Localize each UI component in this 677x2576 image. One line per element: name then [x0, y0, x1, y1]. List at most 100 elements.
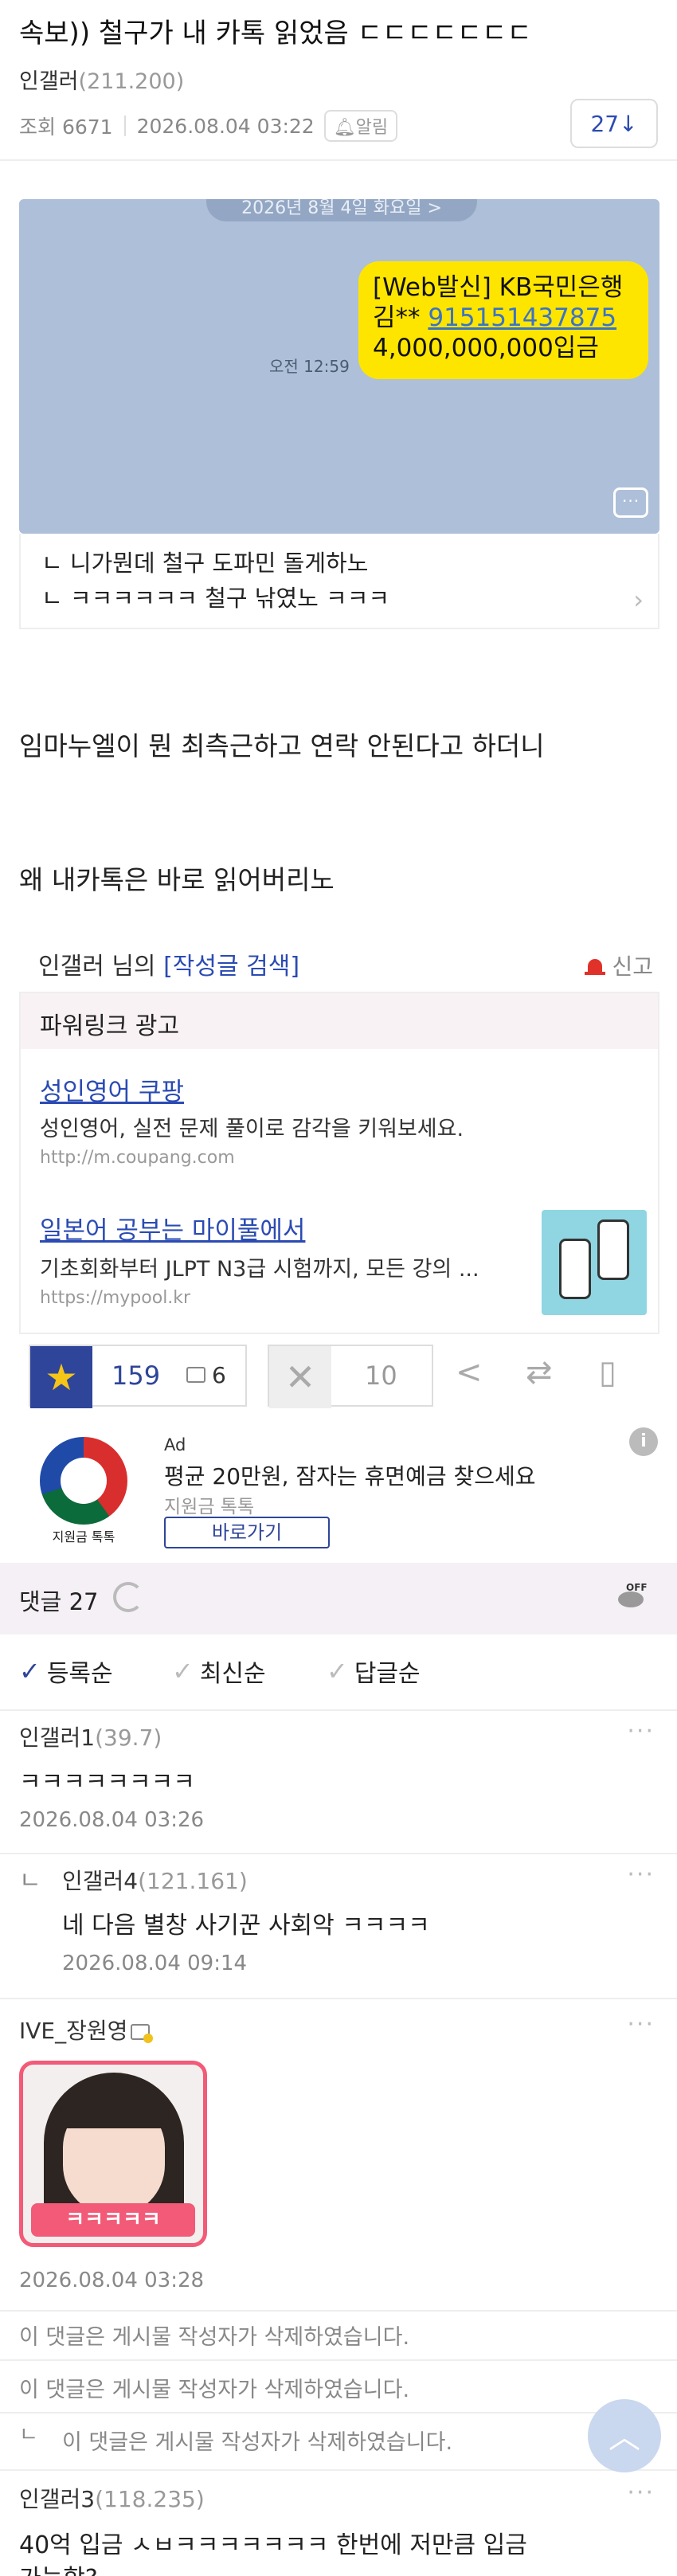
- author-search: 인갤러 님의 [작성글 검색]: [38, 946, 299, 981]
- comment-author[interactable]: 인갤러1(39.7): [19, 1721, 162, 1752]
- chat-bubble-icon: [613, 487, 648, 518]
- chat-date-pill: 2026년 8월 4일 화요일 >: [206, 199, 477, 221]
- sticker-caption: ㅋㅋㅋㅋㅋ: [31, 2203, 195, 2237]
- post-datetime: 2026.08.04 03:22: [136, 114, 315, 138]
- gonic-icon: [186, 1367, 205, 1383]
- ad-logo: [40, 1437, 127, 1525]
- report-button[interactable]: 신고: [585, 949, 653, 981]
- alarm-button[interactable]: 🔔︎알림: [323, 110, 398, 142]
- gonic-badge-icon: [131, 2024, 154, 2043]
- downvote-count: 10: [365, 1360, 397, 1391]
- caption-line: ㄴ ㅋㅋㅋㅋㅋㅋ 철구 낚였노 ㅋㅋㅋ: [41, 585, 390, 612]
- divider: [123, 115, 126, 136]
- bubble-name: 김**: [373, 303, 429, 332]
- divider: [0, 2310, 677, 2312]
- native-ad[interactable]: 지원금 톡톡 Ad 평균 20만원, 잠자는 휴면예금 찾으세요 지원금 톡톡 …: [0, 1418, 677, 1553]
- sort-option-registered[interactable]: ✓ 등록순: [19, 1654, 113, 1689]
- comment-sort-tabs: ✓ 등록순 ✓ 최신순 ✓ 답글순: [0, 1644, 677, 1700]
- siren-icon: [585, 956, 606, 975]
- deleted-comment: 이 댓글은 게시물 작성자가 삭제하였습니다.: [19, 2325, 410, 2350]
- sort-label: 답글순: [354, 1660, 421, 1688]
- comment-author-name[interactable]: 인갤러4: [62, 1868, 138, 1894]
- reply-arrow-icon: ㄴ: [19, 2423, 38, 2447]
- phone-image: [597, 1219, 629, 1280]
- ad-url: https://mypool.kr: [40, 1288, 191, 1308]
- account-number-link[interactable]: 915151437875: [428, 303, 616, 332]
- comment-author[interactable]: 인갤러3(118.235): [19, 2482, 205, 2514]
- x-icon: ✕: [269, 1346, 331, 1408]
- repost-icon[interactable]: ⇄: [526, 1354, 553, 1391]
- more-options-icon[interactable]: ···: [627, 2479, 655, 2507]
- sort-label: 최신순: [199, 1660, 266, 1688]
- ad-url: http://m.coupang.com: [40, 1148, 235, 1168]
- comment-item: 인갤러3(118.235) ··· 40억 입금 ㅅㅂㅋㅋㅋㅋㅋㅋㅋ 한번에 저…: [0, 2469, 677, 2576]
- bookmark-icon[interactable]: ▯: [599, 1354, 616, 1391]
- comment-author-name[interactable]: IVE_장원영: [19, 2018, 127, 2044]
- gonic-count: 6: [212, 1362, 226, 1388]
- star-icon: ★: [30, 1346, 92, 1408]
- ad-sponsor: 지원금 톡톡: [164, 1497, 255, 1517]
- sticker-bangs: [58, 2082, 170, 2128]
- body-paragraph: 임마누엘이 뭔 최측근하고 연락 안된다고 하더니: [19, 730, 545, 761]
- dccon-sticker[interactable]: ㅋㅋㅋㅋㅋ: [19, 2061, 207, 2247]
- bubble-line3: 4,000,000,000입금: [373, 334, 599, 362]
- ad-link[interactable]: 성인영어 쿠팡: [40, 1071, 184, 1107]
- share-icon[interactable]: <: [456, 1354, 483, 1391]
- comment-text: 네 다음 별창 사기꾼 사회악 ㅋㅋㅋㅋ: [62, 1912, 430, 1940]
- ad-description: 기초회화부터 JLPT N3급 시험까지, 모든 강의 ...: [40, 1257, 479, 1282]
- comment-date: 2026.08.04 03:26: [19, 1808, 205, 1832]
- comment-author-ip: (39.7): [95, 1725, 162, 1751]
- post-author[interactable]: 인갤러(211.200): [19, 64, 184, 95]
- report-label: 신고: [612, 953, 653, 980]
- comment-text: ㅋㅋㅋㅋㅋㅋㅋㅋ: [19, 1768, 195, 1796]
- post-meta: 조회 6671 2026.08.04 03:22 🔔︎알림: [19, 110, 398, 142]
- more-options-icon[interactable]: ···: [627, 1717, 655, 1745]
- sort-label: 등록순: [46, 1660, 113, 1688]
- ad-link[interactable]: 일본어 공부는 마이풀에서: [40, 1210, 305, 1246]
- ad-title[interactable]: 평균 20만원, 잠자는 휴면예금 찾으세요: [164, 1459, 536, 1491]
- kakao-screenshot: 2026년 8월 4일 화요일 > [Web발신] KB국민은행 김** 915…: [19, 199, 659, 534]
- comment-date: 2026.08.04 03:28: [19, 2269, 205, 2292]
- more-options-icon[interactable]: ···: [627, 1861, 655, 1889]
- comment-author-ip: (118.235): [95, 2486, 205, 2512]
- reply-arrow-icon: ㄴ: [19, 1867, 41, 1895]
- ad-cta-button[interactable]: 바로가기: [164, 1517, 330, 1548]
- author-name[interactable]: 인갤러: [19, 69, 79, 94]
- comment-author[interactable]: IVE_장원영: [19, 2014, 154, 2046]
- ad-description: 성인영어, 실전 문제 풀이로 감각을 키워보세요.: [40, 1117, 464, 1141]
- ad-thumbnail[interactable]: [542, 1210, 647, 1315]
- bubble-line1: [Web발신] KB국민은행: [373, 273, 624, 302]
- vote-row: ★ 159 6 ✕ 10 < ⇄ ▯: [29, 1345, 658, 1408]
- check-icon: ✓: [172, 1656, 194, 1686]
- recommend-count: 159: [112, 1360, 161, 1391]
- recommend-button[interactable]: ★ 159 6: [29, 1345, 247, 1408]
- chat-bubble: [Web발신] KB국민은행 김** 915151437875 4,000,00…: [358, 261, 648, 379]
- phone-image: [559, 1239, 591, 1299]
- image-caption[interactable]: ㄴ 니가뭔데 철구 도파민 돌게하노 ㄴ ㅋㅋㅋㅋㅋㅋ 철구 낚였노 ㅋㅋㅋ ›: [19, 534, 659, 629]
- scroll-to-top-button[interactable]: ︿: [588, 2399, 661, 2472]
- check-icon: ✓: [327, 1656, 348, 1686]
- divider: [0, 159, 677, 161]
- jump-to-comments-button[interactable]: 27↓: [570, 99, 658, 148]
- comment-author[interactable]: 인갤러4(121.161): [62, 1864, 248, 1896]
- comment-author-name[interactable]: 인갤러3: [19, 2486, 95, 2512]
- comment-author-name[interactable]: 인갤러1: [19, 1725, 95, 1751]
- more-options-icon[interactable]: ···: [627, 2010, 655, 2038]
- body-paragraph: 왜 내카톡은 바로 읽어버리노: [19, 864, 335, 895]
- view-count: 조회 6671: [19, 115, 113, 139]
- deleted-reply: 이 댓글은 게시물 작성자가 삭제하였습니다.: [62, 2430, 453, 2455]
- chevron-right-icon: ›: [633, 585, 644, 615]
- downvote-button[interactable]: ✕ 10: [268, 1345, 433, 1408]
- info-icon[interactable]: i: [629, 1427, 658, 1456]
- image-off-toggle-icon[interactable]: [616, 1582, 648, 1614]
- sort-option-replies[interactable]: ✓ 답글순: [327, 1654, 421, 1689]
- author-ip: (211.200): [78, 69, 185, 94]
- reply-item: ㄴ 인갤러4(121.161) ··· 네 다음 별창 사기꾼 사회악 ㅋㅋㅋㅋ…: [0, 1853, 677, 1996]
- author-search-prefix: 인갤러 님의: [38, 953, 164, 981]
- ad-logo-caption: 지원금 톡톡: [52, 1529, 115, 1544]
- author-posts-search-link[interactable]: [작성글 검색]: [163, 953, 299, 981]
- alarm-label: 알림: [355, 118, 389, 138]
- sort-option-latest[interactable]: ✓ 최신순: [172, 1654, 266, 1689]
- ad-tag: Ad: [164, 1435, 186, 1454]
- refresh-icon[interactable]: [113, 1582, 143, 1612]
